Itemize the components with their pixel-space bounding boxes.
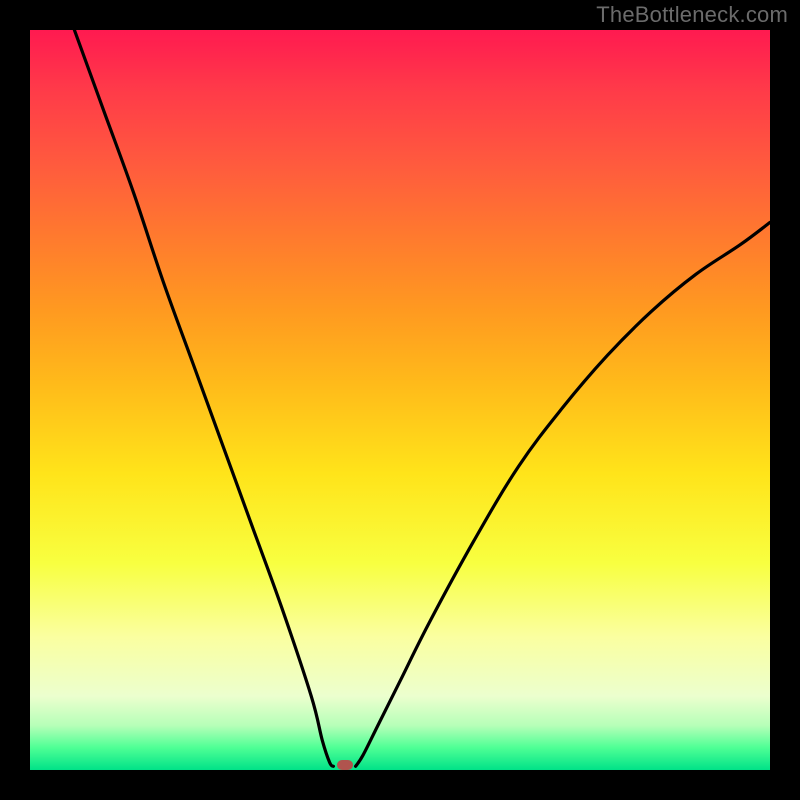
plot-area [30, 30, 770, 770]
chart-frame: TheBottleneck.com [0, 0, 800, 800]
watermark-label: TheBottleneck.com [596, 2, 788, 28]
bottleneck-curves [30, 30, 770, 770]
curve-right [356, 222, 770, 766]
curve-left [74, 30, 333, 766]
optimal-point-marker [337, 760, 353, 770]
